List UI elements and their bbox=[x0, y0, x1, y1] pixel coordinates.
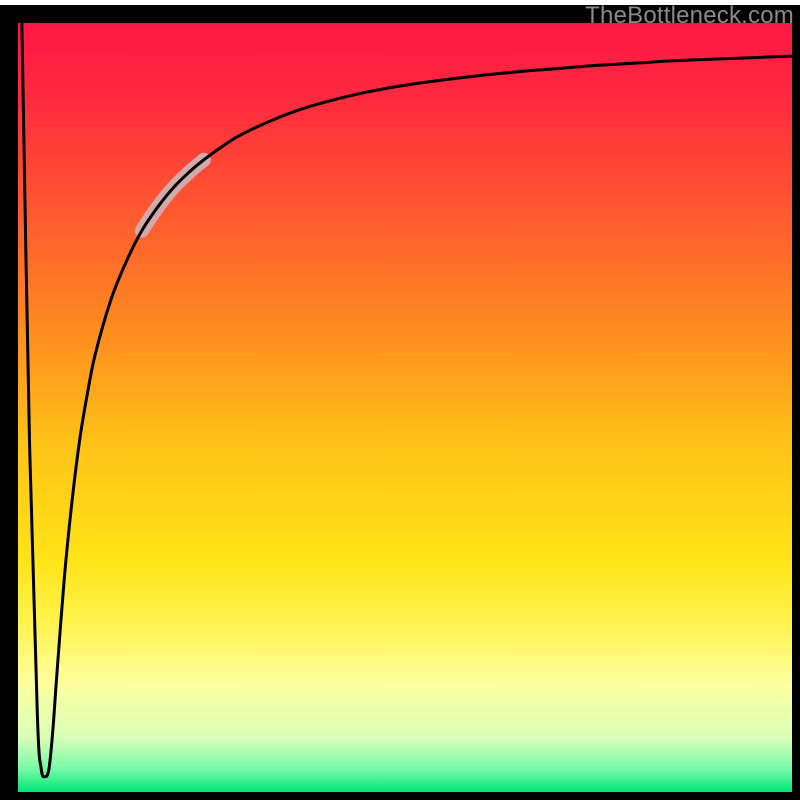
watermark-label: TheBottleneck.com bbox=[585, 2, 794, 30]
chart-canvas: TheBottleneck.com bbox=[0, 0, 800, 800]
chart-background-gradient bbox=[18, 23, 792, 792]
chart-svg bbox=[0, 0, 800, 800]
